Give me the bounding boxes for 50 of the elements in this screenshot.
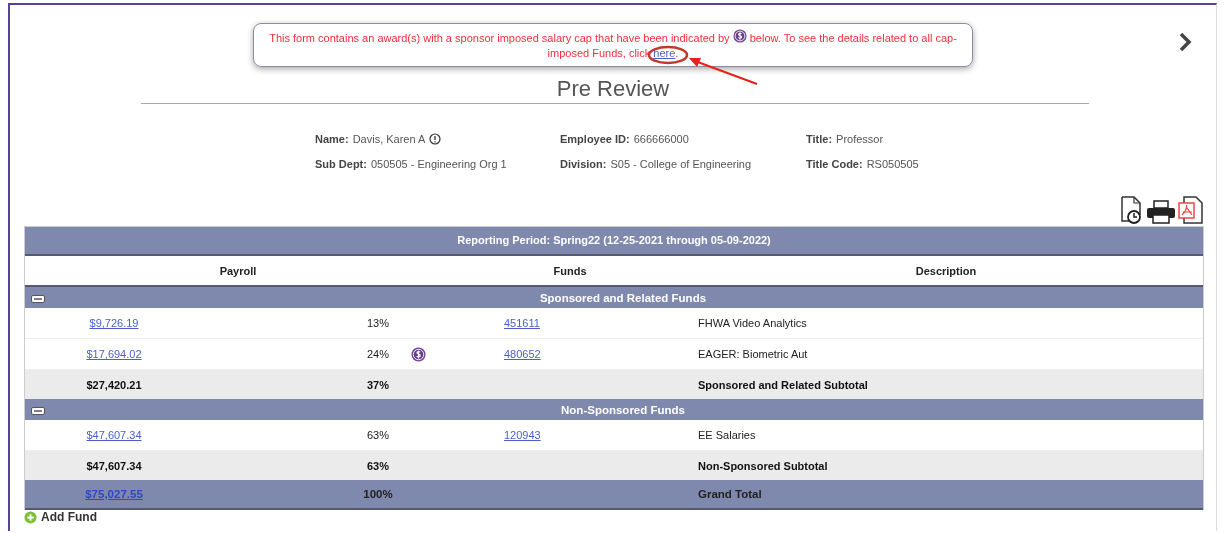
subtotal-label: Non-Sponsored Subtotal <box>698 459 829 472</box>
amount-link[interactable]: $47,607.34 <box>86 429 142 441</box>
field-value: S05 - College of Engineering <box>610 157 752 172</box>
info-icon[interactable] <box>429 133 442 145</box>
history-document-icon[interactable] <box>1118 196 1144 224</box>
group-title: Non-Sponsored Funds <box>561 403 685 416</box>
field-label: Employee ID: <box>560 132 630 147</box>
print-icon[interactable] <box>1146 200 1176 224</box>
page-title: Pre Review <box>555 76 671 102</box>
field-value: 050505 - Engineering Org 1 <box>370 157 507 172</box>
subtotal-label: Sponsored and Related Subtotal <box>698 378 869 391</box>
subtotal-amount: $47,607.34 <box>85 459 143 472</box>
fund-link[interactable]: 451611 <box>504 317 540 329</box>
column-header: Description <box>914 264 978 277</box>
field-value: Professor <box>836 132 884 147</box>
fund-link[interactable]: 480652 <box>504 348 541 360</box>
description-cell-text: EE Salaries <box>698 429 757 441</box>
description-cell-text: FHWA Video Analytics <box>698 317 808 329</box>
collapse-icon[interactable] <box>31 407 45 415</box>
field-value: Davis, Karen A <box>352 132 426 147</box>
add-fund-link[interactable]: Add Fund <box>41 511 97 524</box>
description-cell-text: EAGER: Biometric Aut <box>698 348 809 360</box>
reporting-period-header: Reporting Period: Spring22 (12-25-2021 through 05-09-2022) <box>25 227 1203 256</box>
collapse-icon[interactable] <box>31 295 45 303</box>
subtotal-amount: $27,420.21 <box>85 378 143 391</box>
cap-warning-message: This form contains an award(s) with a sponsor imposed salary cap that have been indicated by below. To see the details related to all cap-imposed Funds, click here. <box>253 23 973 67</box>
field-label: Title Code: <box>806 157 863 172</box>
field-label: Name: <box>315 132 349 147</box>
percent-cell-text: 63% <box>366 429 390 441</box>
field-value: 666666000 <box>633 132 689 147</box>
field-label: Sub Dept: <box>315 157 367 172</box>
dollar-icon <box>410 346 426 362</box>
percent-cell-text: 13% <box>366 317 390 329</box>
dollar-icon <box>732 29 747 43</box>
field-value: RS050505 <box>866 157 919 172</box>
pdf-icon[interactable] <box>1178 196 1204 224</box>
column-header: Funds <box>552 264 588 277</box>
field-label: Division: <box>560 157 607 172</box>
subtotal-percent: 37% <box>366 378 390 391</box>
fund-link[interactable]: 120943 <box>504 429 541 441</box>
subtotal-percent: 63% <box>366 459 390 472</box>
grand-total-label: Grand Total <box>698 488 763 500</box>
column-header: Payroll <box>218 264 258 277</box>
amount-link[interactable]: $9,726.19 <box>89 317 139 329</box>
chevron-right-icon[interactable] <box>1178 32 1192 52</box>
amount-link[interactable]: $17,694.02 <box>86 348 142 360</box>
group-title: Sponsored and Related Funds <box>539 291 707 304</box>
grand-total-percent: 100% <box>362 488 394 500</box>
percent-cell-text: 24% <box>366 348 390 360</box>
field-label: Title: <box>806 132 833 147</box>
